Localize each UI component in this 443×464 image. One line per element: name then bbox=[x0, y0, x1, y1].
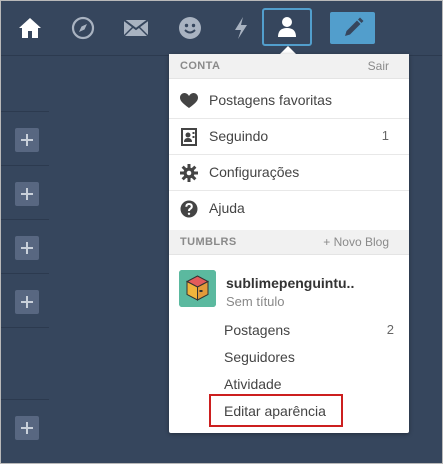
blog-item-label: Atividade bbox=[224, 376, 282, 392]
sidebar-add-button[interactable] bbox=[15, 290, 39, 314]
sidebar-add-button[interactable] bbox=[15, 182, 39, 206]
account-menu: CONTA Sair Postagens favoritas Seguindo … bbox=[169, 54, 409, 433]
home-button[interactable] bbox=[5, 8, 55, 48]
menu-item-label: Ajuda bbox=[209, 200, 245, 216]
sidebar-divider bbox=[1, 327, 49, 328]
blog-avatar-cube-icon bbox=[179, 270, 216, 307]
compass-icon bbox=[71, 16, 95, 40]
account-icon bbox=[277, 16, 297, 38]
menu-item-label: Seguindo bbox=[209, 128, 269, 144]
menu-item-count: 1 bbox=[381, 128, 389, 143]
plus-icon bbox=[21, 296, 33, 308]
tumblrs-section-title: TUMBLRS bbox=[180, 236, 237, 248]
blog-item-posts[interactable]: Postagens 2 bbox=[224, 322, 394, 338]
mail-icon bbox=[123, 19, 149, 37]
blog-item-label: Seguidores bbox=[224, 349, 295, 365]
plus-icon bbox=[21, 134, 33, 146]
menu-item-label: Postagens favoritas bbox=[209, 92, 332, 108]
menu-item-following[interactable]: Seguindo 1 bbox=[169, 118, 409, 154]
sidebar-divider bbox=[1, 165, 49, 166]
blog-item-label: Postagens bbox=[224, 322, 291, 338]
lightning-icon bbox=[233, 16, 249, 40]
plus-icon bbox=[21, 242, 33, 254]
account-section-header: CONTA Sair bbox=[169, 54, 409, 79]
compose-button[interactable] bbox=[330, 12, 375, 44]
dashboard-window: CONTA Sair Postagens favoritas Seguindo … bbox=[0, 0, 443, 464]
messaging-button[interactable] bbox=[165, 8, 215, 48]
tumblrs-section-header: TUMBLRS + Novo Blog bbox=[169, 230, 409, 255]
menu-item-liked-posts[interactable]: Postagens favoritas bbox=[169, 82, 409, 118]
sidebar-divider bbox=[1, 111, 49, 112]
blog-entry[interactable]: sublimepenguintu.. Sem título bbox=[169, 259, 409, 319]
blog-item-followers[interactable]: Seguidores bbox=[224, 349, 394, 365]
logout-link[interactable]: Sair bbox=[368, 59, 389, 73]
sidebar-add-button[interactable] bbox=[15, 128, 39, 152]
heart-icon bbox=[179, 91, 199, 111]
account-section-title: CONTA bbox=[180, 60, 221, 72]
sidebar-add-button[interactable] bbox=[15, 236, 39, 260]
menu-item-help[interactable]: Ajuda bbox=[169, 190, 409, 226]
gear-icon bbox=[179, 163, 199, 183]
new-blog-link[interactable]: + Novo Blog bbox=[323, 235, 389, 249]
sidebar-add-button[interactable] bbox=[15, 416, 39, 440]
menu-item-settings[interactable]: Configurações bbox=[169, 154, 409, 190]
home-icon bbox=[18, 17, 42, 39]
inbox-button[interactable] bbox=[111, 8, 161, 48]
highlight-box bbox=[209, 394, 343, 427]
sidebar-divider bbox=[1, 273, 49, 274]
sidebar-divider bbox=[1, 399, 49, 400]
explore-button[interactable] bbox=[58, 8, 108, 48]
blog-name: sublimepenguintu.. bbox=[226, 275, 355, 291]
menu-item-label: Configurações bbox=[209, 164, 300, 180]
menu-caret bbox=[280, 46, 296, 54]
blog-item-count: 2 bbox=[386, 322, 394, 337]
blog-item-activity[interactable]: Atividade bbox=[224, 376, 394, 392]
activity-button[interactable] bbox=[216, 8, 266, 48]
help-icon bbox=[179, 199, 199, 219]
avatar bbox=[179, 270, 216, 307]
sidebar-divider bbox=[1, 219, 49, 220]
plus-icon bbox=[21, 422, 33, 434]
compose-icon bbox=[342, 17, 364, 39]
plus-icon bbox=[21, 188, 33, 200]
blog-subtitle: Sem título bbox=[226, 294, 285, 309]
following-icon bbox=[179, 127, 199, 147]
account-button[interactable] bbox=[262, 8, 312, 46]
smiley-icon bbox=[178, 16, 202, 40]
top-navigation bbox=[1, 1, 442, 55]
